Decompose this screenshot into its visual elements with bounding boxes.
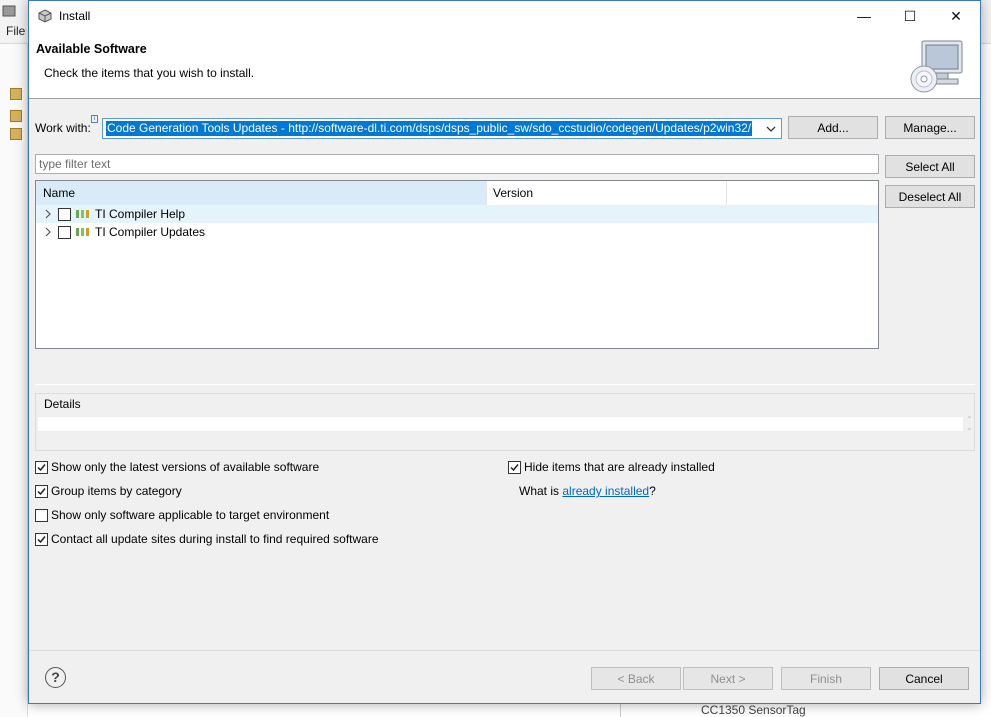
checkbox-box[interactable] xyxy=(35,508,48,522)
footer-divider xyxy=(29,650,980,651)
work-with-value: Code Generation Tools Updates - http://s… xyxy=(106,121,753,136)
hide-installed-checkbox[interactable]: Hide items that are already installed xyxy=(508,460,715,474)
wizard-header: Available Software Check the items that … xyxy=(29,31,980,99)
help-icon[interactable]: ? xyxy=(45,667,66,688)
menu-file[interactable]: File xyxy=(6,24,25,38)
checkbox-box[interactable] xyxy=(508,460,521,474)
chevron-right-icon[interactable] xyxy=(44,209,52,219)
details-group: Details ⌃ ⌄ xyxy=(35,393,975,451)
tree-row[interactable]: TI Compiler Help xyxy=(36,205,878,223)
finish-button[interactable]: Finish xyxy=(781,667,871,690)
checkmark-icon xyxy=(37,463,46,471)
row-checkbox[interactable] xyxy=(58,226,71,239)
column-header-version[interactable]: Version xyxy=(487,181,727,205)
column-header-name[interactable]: Name xyxy=(36,181,487,205)
what-is-label: What is xyxy=(519,484,560,498)
minimize-button[interactable]: — xyxy=(841,1,887,31)
folder-icon[interactable] xyxy=(10,110,22,122)
folder-icon[interactable] xyxy=(10,128,22,140)
row-checkbox[interactable] xyxy=(58,208,71,221)
category-icon xyxy=(76,210,89,218)
software-tree: Name Version TI Compiler Help TI Compile… xyxy=(35,180,879,349)
tree-row[interactable]: TI Compiler Updates xyxy=(36,223,878,241)
manage-button[interactable]: Manage... xyxy=(885,116,975,139)
checkbox-label: Show only software applicable to target … xyxy=(51,508,330,522)
scroll-arrows-icon[interactable]: ⌃ ⌄ xyxy=(966,416,974,432)
filter-input[interactable]: type filter text xyxy=(35,154,879,174)
tree-header: Name Version xyxy=(36,181,878,205)
details-text-area[interactable] xyxy=(37,416,964,432)
checkbox-label: Contact all update sites during install … xyxy=(51,532,379,546)
chevron-down-icon[interactable] xyxy=(764,122,778,136)
checkbox-box[interactable] xyxy=(35,460,48,474)
already-installed-link[interactable]: already installed xyxy=(562,484,649,498)
folder-icon[interactable] xyxy=(10,88,22,100)
background-sidebar xyxy=(0,44,28,717)
row-label: TI Compiler Help xyxy=(95,207,186,221)
install-dialog: Install — ☐ ✕ Available Software Check t… xyxy=(28,0,981,704)
checkbox-box[interactable] xyxy=(35,532,48,546)
what-is-installed-text: What is already installed? xyxy=(519,484,656,498)
applicable-only-checkbox[interactable]: Show only software applicable to target … xyxy=(35,508,329,522)
select-all-button[interactable]: Select All xyxy=(885,155,975,178)
back-button[interactable]: < Back xyxy=(591,667,681,690)
group-by-category-checkbox[interactable]: Group items by category xyxy=(35,484,182,498)
install-icon xyxy=(38,9,52,23)
filter-placeholder: type filter text xyxy=(39,157,111,171)
row-label: TI Compiler Updates xyxy=(95,225,206,239)
chevron-right-icon[interactable] xyxy=(44,227,52,237)
checkbox-label: Group items by category xyxy=(51,484,182,498)
maximize-button[interactable]: ☐ xyxy=(887,1,933,31)
checkbox-label: Hide items that are already installed xyxy=(524,460,715,474)
latest-versions-checkbox[interactable]: Show only the latest versions of availab… xyxy=(35,460,319,474)
contact-sites-checkbox[interactable]: Contact all update sites during install … xyxy=(35,532,379,546)
computer-cd-icon xyxy=(910,40,963,93)
title-bar: Install — ☐ ✕ xyxy=(29,1,980,31)
work-with-combo[interactable]: Code Generation Tools Updates - http://s… xyxy=(102,118,782,139)
work-with-label: Work with: xyxy=(35,121,91,135)
app-icon xyxy=(2,5,16,17)
page-description: Check the items that you wish to install… xyxy=(44,66,255,80)
checkmark-icon xyxy=(37,487,46,495)
cancel-button[interactable]: Cancel xyxy=(879,667,969,690)
divider xyxy=(35,384,975,385)
deselect-all-button[interactable]: Deselect All xyxy=(885,185,975,208)
details-label: Details xyxy=(44,397,81,411)
checkbox-label: Show only the latest versions of availab… xyxy=(51,460,320,474)
next-button[interactable]: Next > xyxy=(683,667,773,690)
checkmark-icon xyxy=(510,463,519,471)
question-mark: ? xyxy=(649,484,656,498)
background-project-item: CC1350 SensorTag xyxy=(620,704,991,717)
checkmark-icon xyxy=(37,535,46,543)
category-icon xyxy=(76,228,89,236)
add-button[interactable]: Add... xyxy=(788,116,878,139)
close-button[interactable]: ✕ xyxy=(933,1,979,31)
info-icon: i xyxy=(91,115,98,123)
page-title: Available Software xyxy=(36,42,147,56)
dialog-title: Install xyxy=(59,9,91,23)
checkbox-box[interactable] xyxy=(35,484,48,498)
